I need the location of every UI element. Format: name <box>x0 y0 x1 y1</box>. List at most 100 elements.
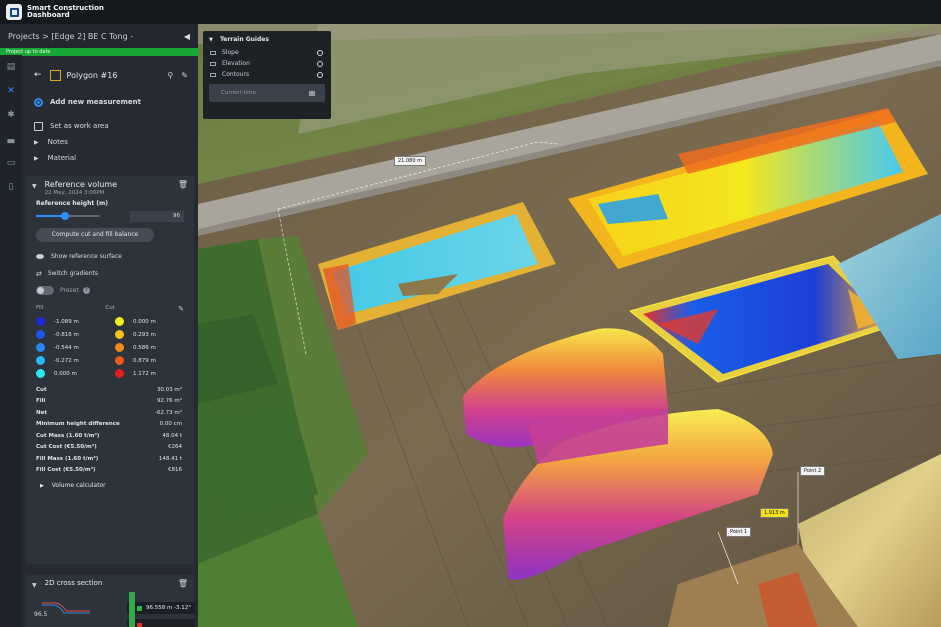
eye-icon[interactable] <box>36 254 44 259</box>
guide-item-slope[interactable]: Slope <box>203 47 331 58</box>
app-logo[interactable] <box>6 4 22 20</box>
legend-item: 1.172 m <box>115 367 194 380</box>
layers-icon[interactable]: ▤ <box>0 55 22 79</box>
polygon-icon <box>49 69 61 81</box>
stat-row: Fill Mass (1.60 t/m³) 148.41 t <box>36 453 182 465</box>
legend-value: -1.089 m <box>54 318 79 325</box>
stat-row: Fill Cost (€5.50/m³) €816 <box>36 465 182 477</box>
distance-label[interactable]: 21.080 m <box>394 156 426 166</box>
stat-row: Cut Mass (1.60 t/m³) 48.04 t <box>36 430 182 442</box>
cross-section-header[interactable]: ▼ 2D cross section 🗑 <box>26 575 194 589</box>
volume-calculator-section[interactable]: ▶ Volume calculator <box>26 482 194 489</box>
set-work-area-option[interactable]: Set as work area <box>22 118 198 134</box>
measure-tools-icon[interactable]: ✕ <box>0 79 22 103</box>
legend-item: 0.586 m <box>115 341 194 354</box>
legend-value: 1.172 m <box>133 370 156 377</box>
device-icon[interactable]: ▯ <box>0 175 22 199</box>
breadcrumb-text[interactable]: Projects > [Edge 2] BE C Tong - <box>8 32 133 41</box>
chevron-down-icon[interactable]: ▼ <box>32 582 37 589</box>
stat-label: Cut <box>36 386 47 393</box>
legend-item: -0.272 m <box>36 354 115 367</box>
edit-legend-icon[interactable]: ✎ <box>178 305 184 313</box>
terrain-guides-list: Slope Elevation Contours <box>203 47 331 80</box>
reference-height-control: 96 <box>26 210 194 222</box>
legend-item: -0.544 m <box>36 341 115 354</box>
legend-item: -1.089 m <box>36 315 115 328</box>
stat-value: €816 <box>168 467 182 474</box>
layer-icon <box>210 50 216 55</box>
legend-item: 0.000 m <box>36 367 115 380</box>
legend-value: 0.586 m <box>133 344 156 351</box>
add-measurement-option[interactable]: Add new measurement <box>22 94 198 110</box>
breadcrumb[interactable]: Projects > [Edge 2] BE C Tong - ◀ <box>0 24 198 48</box>
swap-icon[interactable]: ⇄ <box>36 270 42 278</box>
stat-label: Minimum height difference <box>36 421 120 428</box>
reference-volume-header[interactable]: ▼ Reference volume 22 May, 2024 3:00PM 🗑 <box>26 176 194 196</box>
settings-icon[interactable]: ✱ <box>0 103 22 127</box>
series-swatch <box>137 605 142 611</box>
trash-icon[interactable]: 🗑 <box>178 579 188 588</box>
stat-label: Fill <box>36 398 46 405</box>
point1-label[interactable]: Point 1 <box>726 527 752 537</box>
edit-pencil-icon[interactable]: ✎ <box>181 71 188 80</box>
legend-value: 0.293 m <box>133 331 156 338</box>
gear-icon[interactable] <box>317 60 323 67</box>
stat-value: 48.04 t <box>162 432 182 439</box>
color-swatch <box>36 369 45 378</box>
legend-header: Fill Cut ✎ <box>36 305 184 313</box>
color-swatch <box>115 369 124 378</box>
cut-fill-legend: -1.089 m -0.816 m -0.544 m -0.272 m 0.000 m … <box>26 315 194 380</box>
app-header: Smart Construction Dashboard <box>0 0 941 24</box>
gear-icon[interactable] <box>317 71 323 78</box>
chevron-down-icon[interactable]: ▼ <box>32 183 37 190</box>
current-time-input[interactable]: Current time <box>209 84 325 102</box>
work-area-checkbox[interactable] <box>34 121 43 131</box>
stat-label: Net <box>36 409 47 416</box>
material-section[interactable]: ▶ Material <box>22 150 198 166</box>
legend-item: 0.293 m <box>115 328 194 341</box>
legend-item: 0.000 m <box>115 315 194 328</box>
radio-selected-icon[interactable] <box>34 97 43 107</box>
switch-gradients-option[interactable]: ⇄ Switch gradients <box>26 269 194 278</box>
machine-icon[interactable]: ▃ <box>0 127 22 151</box>
color-swatch <box>115 356 124 365</box>
gear-icon[interactable] <box>317 49 323 56</box>
collapse-panel-icon[interactable]: ◀ <box>184 32 190 41</box>
preset-option[interactable]: Preset ? <box>26 286 194 295</box>
folder-icon[interactable]: ▭ <box>0 151 22 175</box>
panel-header: ← Polygon #16 ⚲ ✎ <box>22 56 198 94</box>
cross-section-reading-2 <box>127 619 195 627</box>
cross-section-axis-label: 96.5 <box>34 611 48 618</box>
stat-label: Fill Mass (1.60 t/m³) <box>36 455 99 462</box>
compute-balance-button[interactable]: Compute cut and fill balance <box>36 228 154 242</box>
stat-value: 148.41 t <box>158 455 182 462</box>
guide-item-contours[interactable]: Contours <box>203 69 331 80</box>
reference-height-slider[interactable] <box>36 212 100 220</box>
segment-length-label[interactable]: 1.913 m <box>760 508 789 518</box>
stat-value: 92.76 m³ <box>156 398 182 405</box>
guide-item-elevation[interactable]: Elevation <box>203 58 331 69</box>
legend-value: -0.816 m <box>54 331 79 338</box>
back-arrow-icon[interactable]: ← <box>34 70 42 80</box>
nav-rail: ▤ ✕ ✱ ▃ ▭ ▯ <box>0 55 22 627</box>
trash-icon[interactable]: 🗑 <box>178 180 188 189</box>
preset-toggle[interactable] <box>36 286 54 295</box>
reference-height-label: Reference height (m) <box>36 200 109 207</box>
search-icon[interactable]: ⚲ <box>167 71 173 80</box>
notes-section[interactable]: ▶ Notes <box>22 134 198 150</box>
cross-section-card: ▼ 2D cross section 🗑 96.5 96.558 m -3.12… <box>26 575 195 627</box>
reference-volume-title: Reference volume <box>44 180 118 189</box>
stat-label: Cut Cost (€5.50/m³) <box>36 444 97 451</box>
point2-label[interactable]: Point 2 <box>800 466 826 476</box>
legend-item: 0.879 m <box>115 354 194 367</box>
reference-volume-card: ▼ Reference volume 22 May, 2024 3:00PM 🗑… <box>26 176 194 564</box>
reference-height-input[interactable]: 96 <box>130 210 184 222</box>
color-swatch <box>115 343 124 352</box>
help-icon[interactable]: ? <box>82 287 90 294</box>
chevron-down-icon[interactable]: ▼ <box>209 37 213 43</box>
terrain-guides-title[interactable]: ▼ Terrain Guides <box>203 31 331 47</box>
calendar-icon[interactable] <box>309 90 315 96</box>
stat-row: Cut Cost (€5.50/m³) €264 <box>36 442 182 454</box>
show-reference-surface-option[interactable]: Show reference surface <box>26 252 194 261</box>
color-swatch <box>36 317 45 326</box>
